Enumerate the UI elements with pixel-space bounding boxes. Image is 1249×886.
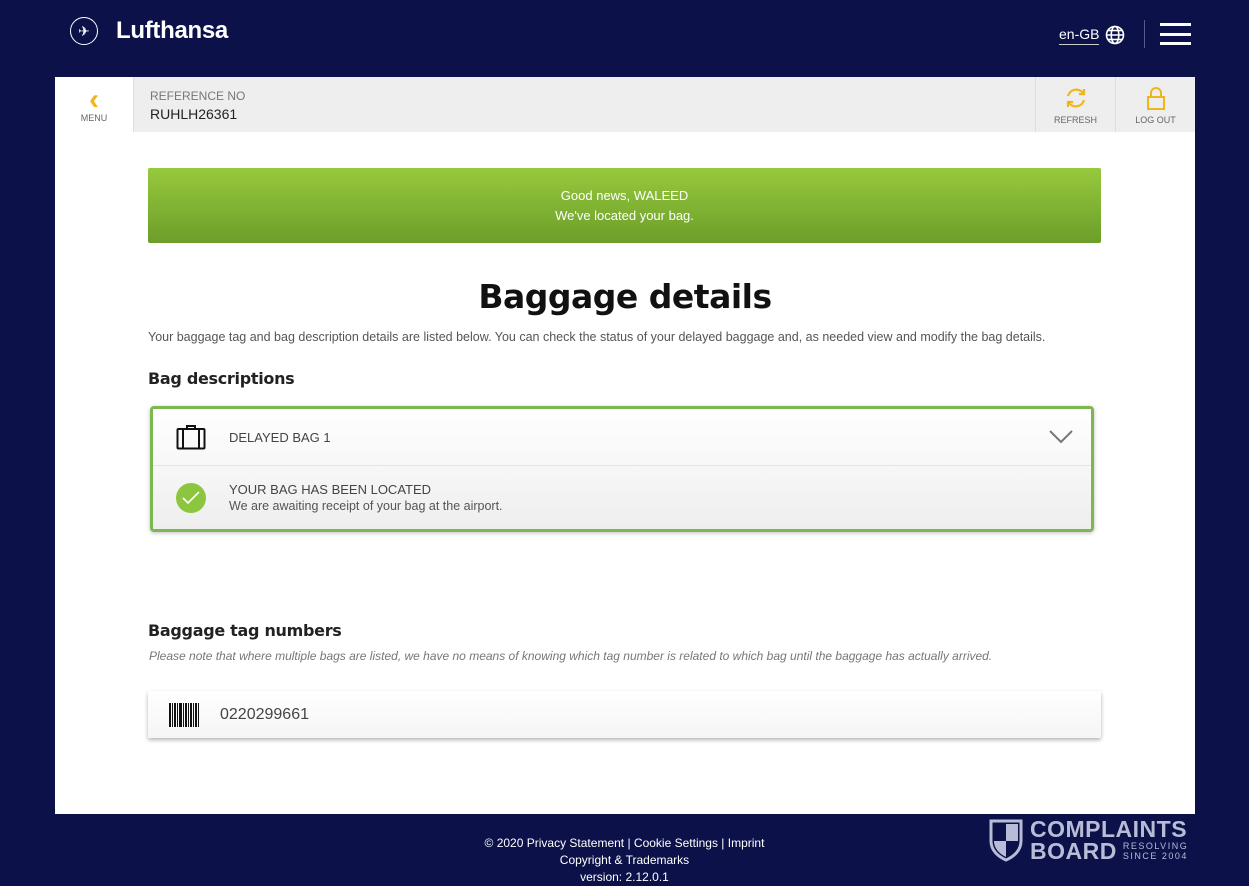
- complaints-board-watermark: COMPLAINTS BOARD RESOLVING SINCE 2004: [988, 816, 1189, 864]
- language-selector[interactable]: en-GB: [1059, 25, 1125, 45]
- chevron-down-icon[interactable]: [1049, 430, 1073, 444]
- hamburger-menu-icon[interactable]: [1160, 23, 1191, 45]
- bag-name: DELAYED BAG 1: [229, 429, 331, 445]
- tag-note: Please note that where multiple bags are…: [149, 649, 993, 663]
- bag-card: DELAYED BAG 1 YOUR BAG HAS BEEN LOCATED …: [150, 406, 1094, 532]
- refresh-icon: [1066, 88, 1085, 107]
- imprint-link[interactable]: Imprint: [728, 836, 765, 850]
- barcode-icon: [169, 702, 199, 727]
- watermark-tag2: SINCE 2004: [1122, 851, 1188, 861]
- status-text: We are awaiting receipt of your bag at t…: [229, 499, 503, 513]
- reference-value: RUHLH26361: [150, 106, 238, 122]
- reference-number: REFERENCE NO RUHLH26361: [134, 77, 1035, 132]
- logout-button[interactable]: LOG OUT: [1115, 77, 1195, 132]
- crane-logo-icon: ✈: [70, 17, 98, 45]
- banner-message: We've located your bag.: [555, 208, 694, 223]
- refresh-button[interactable]: REFRESH: [1035, 77, 1115, 132]
- watermark-line1: COMPLAINTS: [1030, 816, 1188, 842]
- refresh-label: REFRESH: [1053, 114, 1097, 125]
- language-label: en-GB: [1059, 26, 1100, 45]
- page-title: Baggage details: [478, 277, 772, 316]
- logout-label: LOG OUT: [1135, 114, 1176, 125]
- brand-name: Lufthansa: [116, 17, 228, 44]
- chevron-left-icon: ‹: [89, 82, 99, 116]
- copyright-text: © 2020: [484, 836, 524, 850]
- version-text: version: 2.12.0.1: [580, 870, 669, 884]
- watermark-line2: BOARD: [1030, 838, 1117, 864]
- lock-icon: [1146, 86, 1165, 110]
- tag-row: 0220299661: [148, 691, 1101, 738]
- main-card: ‹ MENU REFERENCE NO RUHLH26361 REFRESH L…: [55, 77, 1195, 814]
- bag-descriptions-heading: Bag descriptions: [148, 369, 295, 388]
- globe-icon: [1106, 25, 1125, 45]
- baggage-tag-heading: Baggage tag numbers: [148, 621, 342, 640]
- banner-greeting: Good news, WALEED: [560, 188, 689, 203]
- lufthansa-logo[interactable]: ✈ Lufthansa: [70, 17, 228, 45]
- shield-icon: [989, 819, 1023, 862]
- intro-text: Your baggage tag and bag description det…: [148, 330, 1046, 344]
- trademarks-link[interactable]: Copyright & Trademarks: [560, 853, 689, 867]
- success-banner: Good news, WALEED We've located your bag…: [148, 168, 1101, 243]
- tag-number: 0220299661: [220, 705, 309, 723]
- cookie-settings-link[interactable]: Cookie Settings: [634, 836, 718, 850]
- status-title: YOUR BAG HAS BEEN LOCATED: [229, 482, 432, 497]
- suitcase-icon: [176, 425, 206, 450]
- watermark-tag1: RESOLVING: [1122, 841, 1189, 851]
- reference-label: REFERENCE NO: [150, 89, 246, 103]
- top-toolbar: ‹ MENU REFERENCE NO RUHLH26361 REFRESH L…: [55, 77, 1195, 132]
- divider: [1144, 20, 1145, 48]
- check-circle-icon: [176, 482, 206, 513]
- menu-button[interactable]: ‹ MENU: [55, 77, 134, 132]
- privacy-link[interactable]: Privacy Statement: [527, 836, 624, 850]
- menu-label: MENU: [80, 112, 108, 123]
- bag-header-toggle[interactable]: DELAYED BAG 1: [153, 409, 1091, 466]
- bag-status: YOUR BAG HAS BEEN LOCATED We are awaitin…: [153, 466, 1091, 529]
